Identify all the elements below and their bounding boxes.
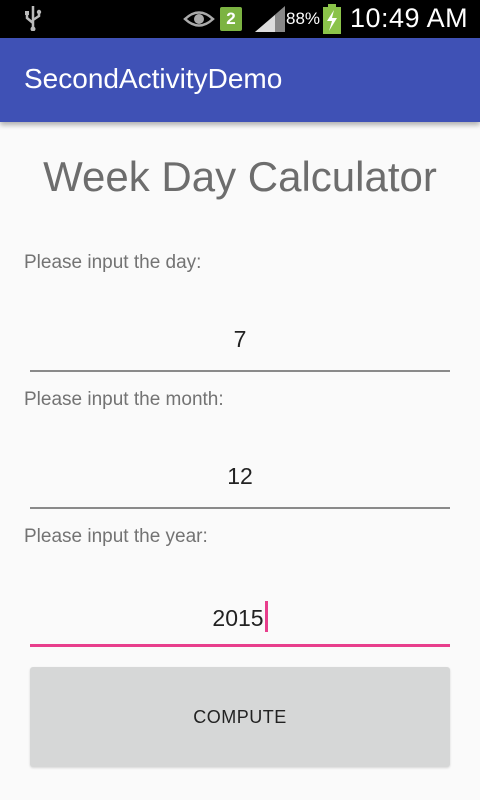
app-title: SecondActivityDemo xyxy=(24,63,283,94)
year-value: 2015 xyxy=(212,605,264,631)
year-value-wrap: 2015 xyxy=(30,601,450,632)
text-cursor xyxy=(264,601,268,632)
battery-percent: 88% xyxy=(286,9,321,28)
day-value: 7 xyxy=(233,326,247,352)
signal-icon xyxy=(255,6,285,32)
eye-icon xyxy=(183,11,215,27)
usb-icon xyxy=(25,6,42,31)
status-bar: 2 88% 10:49 AM xyxy=(0,0,480,38)
status-clock: 10:49 AM xyxy=(350,3,469,33)
notification-icon: 2 xyxy=(220,7,242,31)
month-value: 12 xyxy=(227,463,253,489)
app-bar: SecondActivityDemo xyxy=(0,38,480,122)
battery-charging-icon xyxy=(323,4,341,34)
month-label: Please input the month: xyxy=(24,389,224,410)
year-underline xyxy=(30,644,450,647)
year-label: Please input the year: xyxy=(24,526,208,547)
day-underline xyxy=(30,370,450,372)
day-input[interactable]: 7 xyxy=(30,312,450,372)
compute-button[interactable]: COMPUTE xyxy=(30,667,450,767)
day-label: Please input the day: xyxy=(24,252,202,273)
year-input[interactable]: 2015 xyxy=(30,587,450,647)
page-title: Week Day Calculator xyxy=(43,153,437,200)
month-input[interactable]: 12 xyxy=(30,449,450,509)
month-underline xyxy=(30,507,450,509)
